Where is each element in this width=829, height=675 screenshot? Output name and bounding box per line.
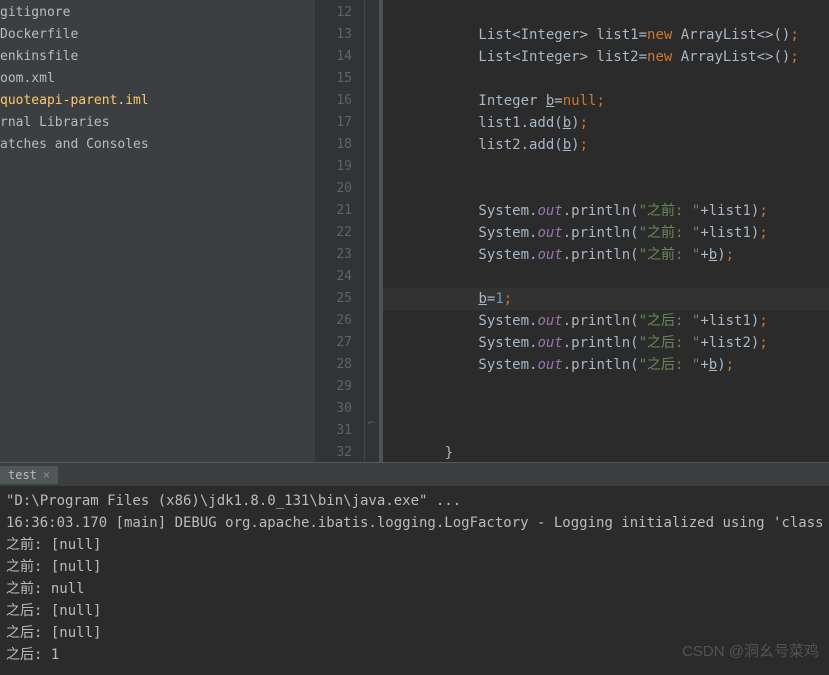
- tree-item[interactable]: atches and Consoles: [0, 134, 315, 156]
- code-line[interactable]: b=1;: [383, 288, 829, 310]
- line-number: 16: [315, 90, 352, 112]
- code-line[interactable]: Integer b=null;: [383, 90, 829, 112]
- code-line[interactable]: System.out.println("之前: "+b);: [383, 244, 829, 266]
- console-line: 16:36:03.170 [main] DEBUG org.apache.iba…: [6, 512, 823, 534]
- project-tree[interactable]: gitignoreDockerfileenkinsfileoom.xmlquot…: [0, 0, 315, 462]
- console-line: "D:\Program Files (x86)\jdk1.8.0_131\bin…: [6, 490, 823, 512]
- line-number: 27: [315, 332, 352, 354]
- tree-item[interactable]: oom.xml: [0, 68, 315, 90]
- line-number: 24: [315, 266, 352, 288]
- line-number: 19: [315, 156, 352, 178]
- code-line[interactable]: [383, 398, 829, 420]
- code-line[interactable]: [383, 376, 829, 398]
- tree-item[interactable]: quoteapi-parent.iml: [0, 90, 315, 112]
- console-output[interactable]: "D:\Program Files (x86)\jdk1.8.0_131\bin…: [0, 486, 829, 675]
- code-line[interactable]: list1.add(b);: [383, 112, 829, 134]
- line-number: 21: [315, 200, 352, 222]
- close-icon[interactable]: ×: [43, 468, 50, 482]
- code-line[interactable]: List<Integer> list2=new ArrayList<>();: [383, 46, 829, 68]
- code-line[interactable]: [383, 68, 829, 90]
- line-number: 14: [315, 46, 352, 68]
- code-line[interactable]: [383, 420, 829, 442]
- line-number: 25: [315, 288, 352, 310]
- line-number: 15: [315, 68, 352, 90]
- code-line[interactable]: [383, 156, 829, 178]
- run-tab-label: test: [8, 468, 37, 482]
- line-number: 18: [315, 134, 352, 156]
- line-number: 17: [315, 112, 352, 134]
- tree-item[interactable]: Dockerfile: [0, 24, 315, 46]
- console-line: 之前: [null]: [6, 556, 823, 578]
- code-line[interactable]: List<Integer> list1=new ArrayList<>();: [383, 24, 829, 46]
- line-number: 31: [315, 420, 352, 442]
- code-line[interactable]: System.out.println("之前: "+list1);: [383, 200, 829, 222]
- run-tab-test[interactable]: test ×: [0, 466, 58, 484]
- line-gutter: 1213141516171819202122232425262728293031…: [315, 0, 365, 462]
- line-number: 29: [315, 376, 352, 398]
- line-number: 20: [315, 178, 352, 200]
- tree-item[interactable]: gitignore: [0, 2, 315, 24]
- line-number: 23: [315, 244, 352, 266]
- code-line[interactable]: System.out.println("之后: "+list1);: [383, 310, 829, 332]
- code-line[interactable]: [383, 178, 829, 200]
- line-number: 30: [315, 398, 352, 420]
- run-tabs: test ×: [0, 462, 829, 486]
- code-line[interactable]: System.out.println("之后: "+b);: [383, 354, 829, 376]
- code-line[interactable]: System.out.println("之前: "+list1);: [383, 222, 829, 244]
- line-number: 32: [315, 442, 352, 464]
- line-number: 13: [315, 24, 352, 46]
- watermark: CSDN @洞幺号菜鸡: [682, 641, 819, 663]
- line-number: 22: [315, 222, 352, 244]
- console-line: 之后: [null]: [6, 600, 823, 622]
- code-line[interactable]: [383, 2, 829, 24]
- code-line[interactable]: list2.add(b);: [383, 134, 829, 156]
- fold-column: ⌐: [365, 0, 379, 462]
- code-line[interactable]: [383, 266, 829, 288]
- fold-end-icon: ⌐: [368, 418, 374, 429]
- code-line[interactable]: System.out.println("之后: "+list2);: [383, 332, 829, 354]
- console-line: 之前: [null]: [6, 534, 823, 556]
- tree-item[interactable]: rnal Libraries: [0, 112, 315, 134]
- console-line: 之前: null: [6, 578, 823, 600]
- code-editor[interactable]: List<Integer> list1=new ArrayList<>(); L…: [379, 0, 829, 462]
- tree-item[interactable]: enkinsfile: [0, 46, 315, 68]
- line-number: 26: [315, 310, 352, 332]
- code-line[interactable]: }: [383, 442, 829, 462]
- line-number: 28: [315, 354, 352, 376]
- line-number: 12: [315, 2, 352, 24]
